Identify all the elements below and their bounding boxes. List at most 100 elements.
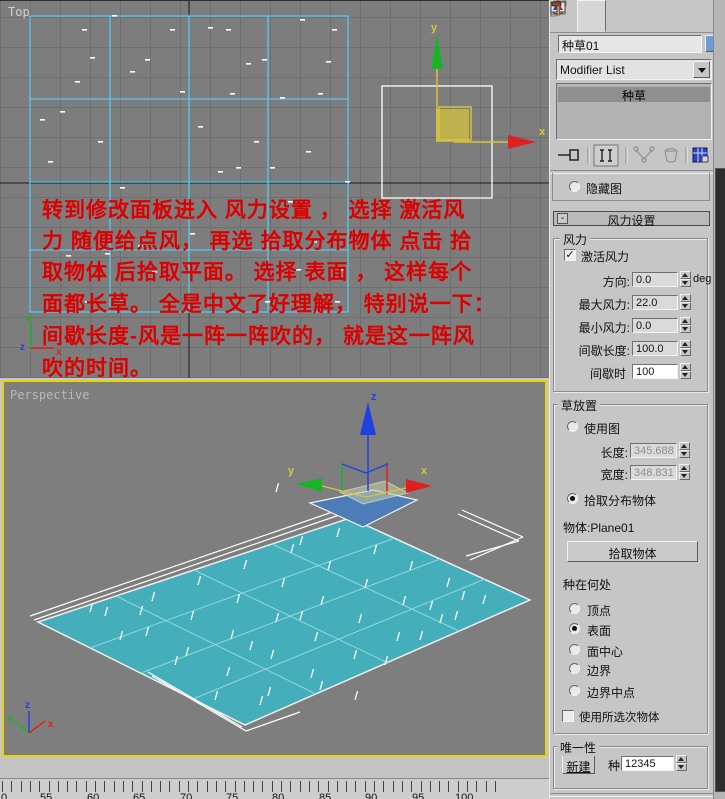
- length-spinner[interactable]: [679, 442, 690, 458]
- modifier-stack[interactable]: 种草: [556, 83, 712, 140]
- min-wind-field[interactable]: 0.0: [632, 318, 678, 333]
- grass-dash: [254, 141, 259, 143]
- viewport-top[interactable]: Top y x y z x 转到修改面板进入 风力设置 ， 选择 激活风 力 随…: [0, 0, 549, 380]
- grass-dash: [145, 59, 150, 61]
- time-ruler[interactable]: 0 55 60 65 70 75 80 85 90 95 100: [0, 778, 549, 799]
- ruler-tick: [346, 781, 348, 792]
- ruler-tick: [457, 781, 459, 792]
- modifier-list-dropdown[interactable]: Modifier List: [556, 59, 712, 80]
- grass-dash: [48, 161, 53, 163]
- gust-time-label: 间歇时: [589, 367, 626, 381]
- ruler-tick: [364, 781, 366, 792]
- ruler-tick: [197, 781, 199, 792]
- ruler-tick: [401, 781, 403, 792]
- where-radio-surface[interactable]: [569, 623, 580, 634]
- grass-dash: [288, 201, 293, 203]
- width-spinner[interactable]: [679, 464, 690, 480]
- ruler-tick: [188, 781, 189, 792]
- direction-field[interactable]: 0.0: [632, 272, 678, 287]
- width-label: 宽度:: [600, 468, 628, 482]
- grass-dash: [120, 299, 125, 301]
- seed-field[interactable]: 12345: [621, 756, 674, 771]
- where-radio-edge[interactable]: [569, 663, 580, 674]
- where-radio-edge-midpoint[interactable]: [569, 685, 580, 696]
- tab-motion[interactable]: [551, 0, 659, 30]
- hide-map-radio[interactable]: [569, 181, 580, 192]
- grass-dash: [82, 29, 87, 31]
- tab-display[interactable]: [550, 0, 686, 30]
- grass-dash: [318, 93, 323, 95]
- show-end-result-icon[interactable]: [593, 144, 619, 167]
- gust-length-spinner[interactable]: [680, 340, 691, 356]
- grass-dash: [265, 301, 270, 303]
- ruler-label: 60: [87, 792, 100, 799]
- min-wind-spinner[interactable]: [680, 317, 691, 333]
- gizmo-x-label: x: [421, 465, 428, 477]
- use-map-radio[interactable]: [567, 421, 578, 432]
- pick-distribution-radio[interactable]: [567, 493, 578, 504]
- grass-dash: [190, 233, 195, 235]
- ruler-tick: [178, 781, 180, 792]
- ruler-tick: [383, 781, 385, 792]
- tripod-y-label: y: [26, 313, 32, 324]
- viewport-perspective-label[interactable]: Perspective: [10, 388, 89, 402]
- gust-time-field[interactable]: 100: [632, 364, 678, 379]
- remove-modifier-icon[interactable]: [664, 147, 678, 163]
- wind-rollout-header[interactable]: - 风力设置: [553, 211, 710, 228]
- uniqueness-group-label: 唯一性: [557, 739, 600, 756]
- ruler-label: 65: [133, 792, 146, 799]
- width-field[interactable]: 348.831: [630, 465, 677, 480]
- ruler-tick: [392, 781, 394, 792]
- placement-group-label: 草放置: [558, 397, 601, 414]
- modifier-stack-item[interactable]: 种草: [558, 87, 710, 103]
- collapse-minus-icon[interactable]: -: [557, 213, 568, 224]
- panel-scrollbar-thumb[interactable]: [715, 168, 725, 792]
- move-gizmo[interactable]: z y x: [288, 391, 432, 498]
- seed-spinner[interactable]: [676, 755, 687, 771]
- grass-plane[interactable]: [36, 517, 532, 726]
- gizmo-x-arrow[interactable]: [508, 135, 536, 149]
- viewport-perspective[interactable]: Perspective z y x z y x: [0, 378, 549, 759]
- grass-dash: [60, 111, 65, 113]
- make-unique-icon[interactable]: [633, 146, 655, 163]
- grass-dash: [218, 171, 223, 173]
- viewport-top-label[interactable]: Top: [8, 5, 30, 19]
- chevron-down-icon[interactable]: [693, 61, 710, 78]
- object-plane-label: 物体:Plane01: [563, 521, 635, 535]
- ruler-tick: [225, 781, 227, 792]
- pick-object-button[interactable]: 拾取物体: [567, 541, 698, 562]
- where-radio-vertex[interactable]: [569, 603, 580, 614]
- grass-dash: [340, 269, 345, 271]
- plane-wireframe[interactable]: [29, 15, 349, 313]
- gust-length-field[interactable]: 100.0: [632, 341, 678, 356]
- new-seed-button[interactable]: 新建: [562, 755, 595, 774]
- tab-modify[interactable]: [550, 0, 606, 32]
- activate-wind-checkbox[interactable]: ✓: [564, 249, 576, 261]
- use-subobject-checkbox[interactable]: [562, 710, 574, 722]
- wind-group-label: 风力: [560, 231, 591, 248]
- object-name-field[interactable]: 种草01: [558, 35, 702, 53]
- grass-blade: [275, 482, 280, 493]
- where-radio-face-center[interactable]: [569, 644, 580, 655]
- pin-stack-icon[interactable]: [558, 149, 579, 161]
- tab-utilities[interactable]: [551, 0, 713, 30]
- configure-modifier-sets-icon[interactable]: [692, 147, 709, 163]
- grass-dash: [335, 301, 340, 303]
- ruler-tick: [141, 781, 143, 792]
- tab-hierarchy[interactable]: [550, 0, 633, 30]
- length-field[interactable]: 345.688: [630, 443, 677, 458]
- ruler-tick: [467, 781, 468, 792]
- gizmo-z-arrow[interactable]: [360, 402, 376, 435]
- ruler-tick: [411, 781, 413, 792]
- gizmo-x-arrow[interactable]: [406, 479, 432, 493]
- viewport-perspective-inner[interactable]: Perspective z y x z y x: [2, 380, 547, 757]
- ruler-tick: [29, 781, 31, 792]
- direction-spinner[interactable]: [680, 271, 691, 287]
- max-wind-spinner[interactable]: [680, 294, 691, 310]
- gizmo-y-arrow[interactable]: [431, 34, 443, 69]
- gizmo-y-arrow[interactable]: [296, 478, 322, 492]
- top-viewport-scene: y x y z x: [0, 1, 549, 379]
- gust-time-spinner[interactable]: [680, 363, 691, 379]
- panel-scrollbar[interactable]: [713, 0, 725, 799]
- max-wind-field[interactable]: 22.0: [632, 295, 678, 310]
